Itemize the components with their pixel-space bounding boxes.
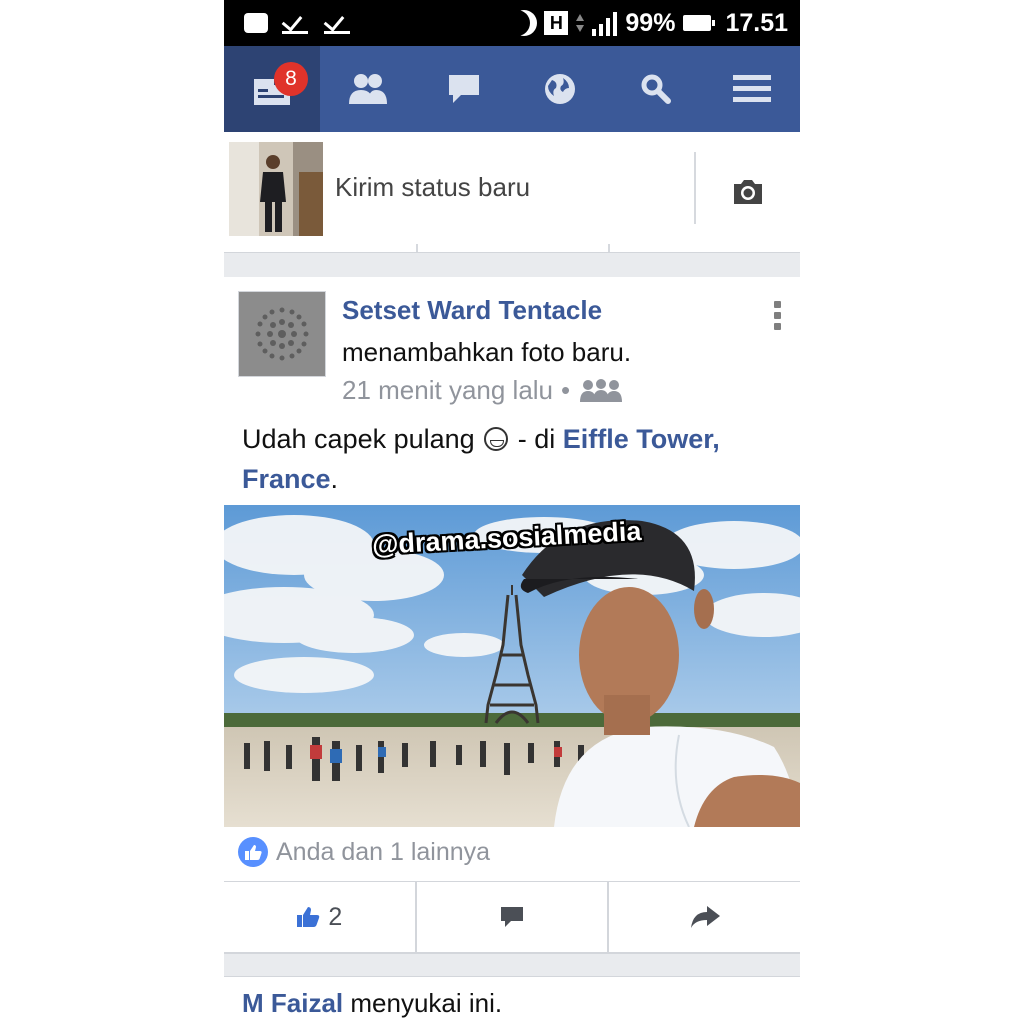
composer-tabs <box>224 244 800 252</box>
like-button[interactable]: 2 <box>224 882 415 952</box>
globe-icon <box>545 74 575 104</box>
composer-tab-divider-2 <box>608 244 610 252</box>
friends-audience-icon <box>580 378 623 402</box>
post-message: Udah capek pulang - di Eiffle Tower, Fra… <box>242 419 782 499</box>
thumbs-up-icon <box>297 907 320 927</box>
tab-menu[interactable] <box>704 46 800 132</box>
phone-screen: H 99% 17.51 8 Kirim status baru Setset W… <box>224 0 800 1024</box>
data-activity-icon <box>576 12 585 34</box>
like-count: 2 <box>328 902 343 931</box>
feed-separator <box>224 252 800 278</box>
messages-icon <box>449 75 479 103</box>
top-nav-bar: 8 <box>224 46 800 132</box>
signal-icon <box>592 10 618 36</box>
reactions-summary[interactable]: Anda dan 1 lainnya <box>238 837 490 867</box>
notification-badge: 8 <box>274 62 308 96</box>
status-composer: Kirim status baru <box>224 132 800 244</box>
post-time-text: 21 menit yang lalu <box>342 375 554 405</box>
composer-divider <box>694 152 696 224</box>
download-complete-icon-2 <box>324 10 352 36</box>
comment-button[interactable] <box>414 882 608 952</box>
laughing-emoji-icon <box>484 427 509 451</box>
author-avatar[interactable] <box>238 291 326 377</box>
tab-friends[interactable] <box>320 46 416 132</box>
post-text-at: - di <box>510 424 563 454</box>
camera-icon <box>734 180 762 204</box>
battery-icon <box>683 15 716 31</box>
bbm-notification-icon <box>244 13 268 33</box>
post-action-bar: 2 <box>224 881 800 953</box>
next-story-name[interactable]: M Faizal <box>242 988 343 1018</box>
like-reaction-icon <box>238 837 268 867</box>
post-text-main: Udah capek pulang <box>242 424 475 454</box>
own-profile-avatar[interactable] <box>229 142 323 236</box>
likes-summary-text: Anda dan 1 lainnya <box>276 837 491 866</box>
battery-percent: 99% <box>625 8 676 37</box>
feed-story: Setset Ward Tentacle menambahkan foto ba… <box>224 277 800 953</box>
post-author-name[interactable]: Setset Ward Tentacle <box>342 295 602 326</box>
tab-notifications[interactable] <box>512 46 608 132</box>
post-timestamp[interactable]: 21 menit yang lalu • <box>342 375 624 406</box>
camera-button[interactable] <box>732 178 764 211</box>
share-button[interactable] <box>607 882 800 952</box>
status-input[interactable]: Kirim status baru <box>335 172 530 203</box>
status-bar: H 99% 17.51 <box>224 0 800 46</box>
post-photo[interactable]: @drama.sosialmedia <box>224 505 800 827</box>
comment-icon <box>501 907 523 927</box>
next-story-header: M Faizal menyukai ini. <box>242 988 502 1019</box>
next-story-action: menyukai ini. <box>343 988 503 1018</box>
post-time-separator: • <box>561 375 571 405</box>
feed-separator-2 <box>224 953 800 977</box>
tab-news-feed[interactable]: 8 <box>224 46 320 132</box>
composer-tab-divider <box>416 244 418 252</box>
clock: 17.51 <box>725 8 788 37</box>
share-icon <box>690 906 720 928</box>
tab-search[interactable] <box>608 46 704 132</box>
download-complete-icon <box>282 10 310 36</box>
tab-messages[interactable] <box>416 46 512 132</box>
network-h-icon: H <box>544 11 569 35</box>
friends-icon <box>349 74 387 104</box>
search-icon <box>641 74 671 104</box>
post-action-text: menambahkan foto baru. <box>342 337 632 367</box>
post-text-end: . <box>330 464 339 494</box>
do-not-disturb-icon <box>504 10 530 36</box>
menu-icon <box>733 75 771 102</box>
post-options-button[interactable] <box>774 301 782 331</box>
